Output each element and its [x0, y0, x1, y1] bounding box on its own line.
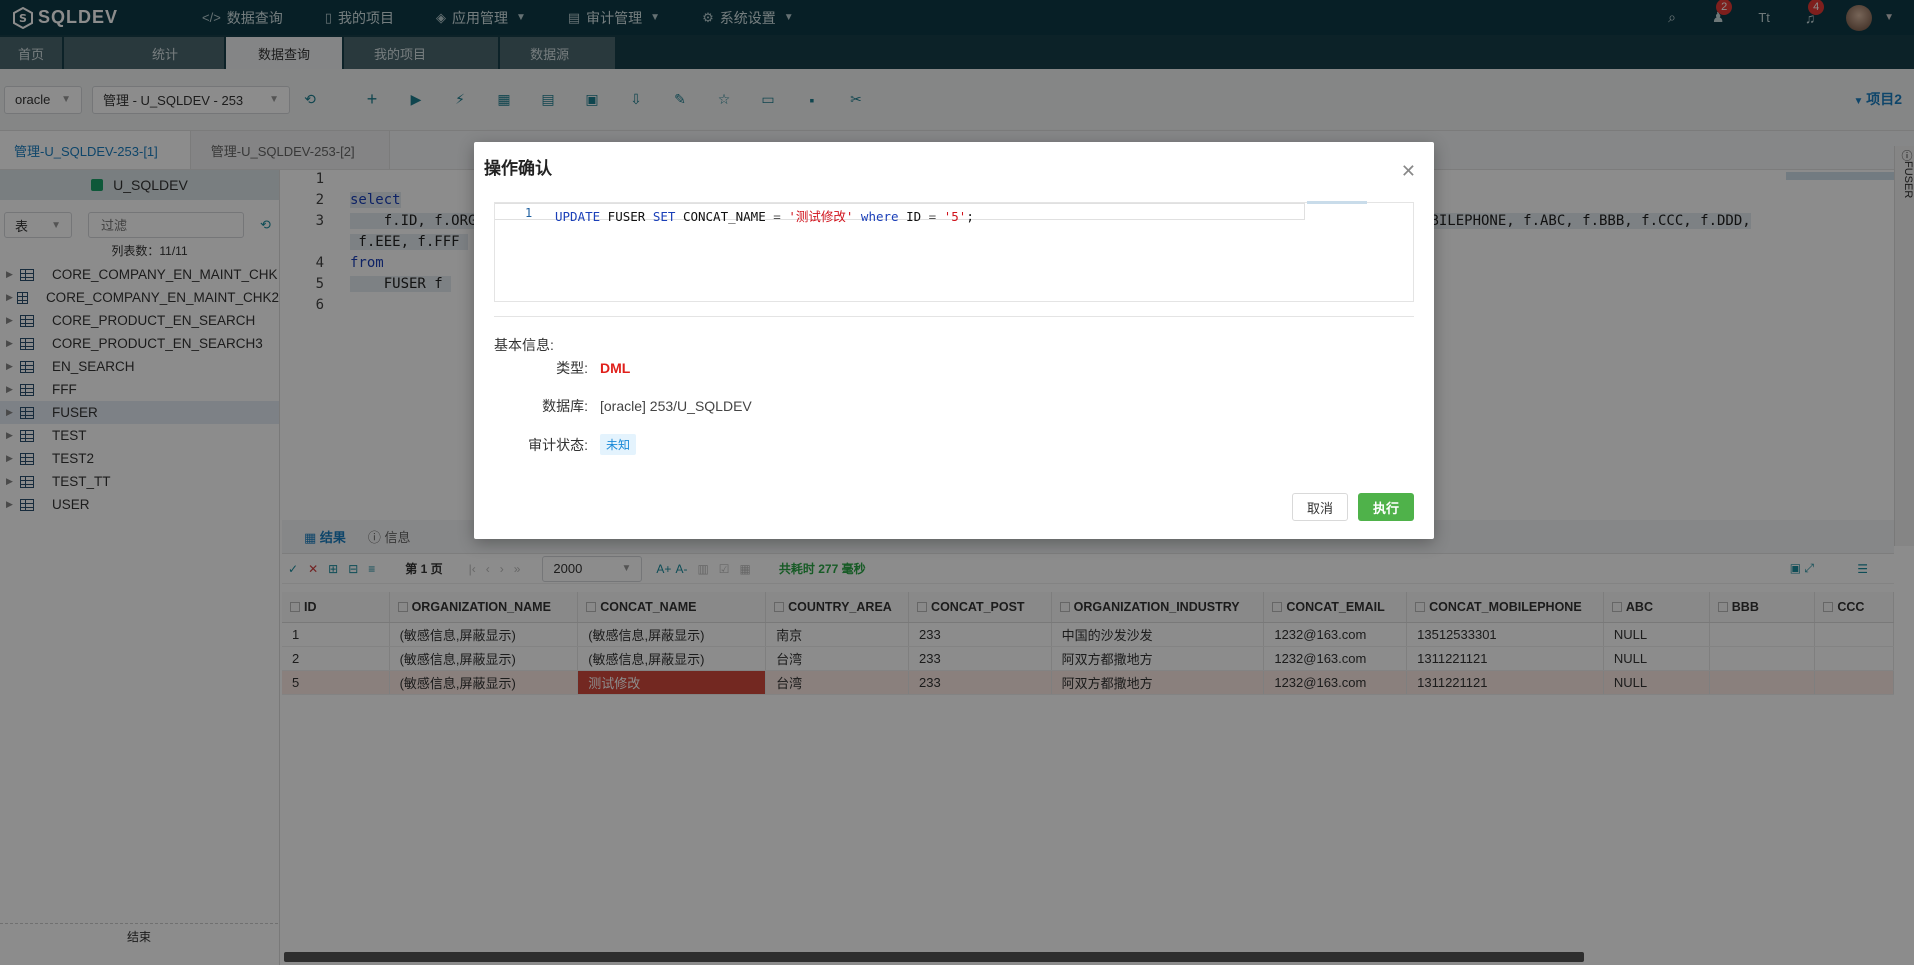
audit-label: 审计状态: [528, 436, 588, 453]
type-row: 类型: DML [494, 358, 630, 378]
type-value: DML [600, 360, 631, 376]
execute-button[interactable]: 执行 [1358, 493, 1414, 521]
basic-info-heading: 基本信息: [494, 337, 554, 353]
audit-status-badge: 未知 [600, 434, 637, 455]
preview-minimap [1307, 201, 1367, 204]
db-row: 数据库: [oracle] 253/U_SQLDEV [494, 396, 752, 416]
confirm-dialog: 操作确认 ✕ 1 UPDATE FUSER SET CONCAT_NAME = … [474, 142, 1434, 539]
close-icon[interactable]: ✕ [1401, 162, 1416, 180]
sql-preview: 1 UPDATE FUSER SET CONCAT_NAME = '测试修改' … [494, 201, 1414, 302]
sql-statement: UPDATE FUSER SET CONCAT_NAME = '测试修改' wh… [555, 209, 974, 224]
type-label: 类型: [556, 360, 588, 376]
db-value: [oracle] 253/U_SQLDEV [600, 398, 752, 414]
sql-preview-line: 1 UPDATE FUSER SET CONCAT_NAME = '测试修改' … [495, 203, 1305, 224]
line-number: 1 [525, 206, 533, 220]
dialog-title: 操作确认 [484, 159, 552, 178]
db-label: 数据库: [542, 398, 588, 414]
audit-row: 审计状态: 未知 [494, 434, 637, 455]
cancel-button[interactable]: 取消 [1292, 493, 1348, 521]
divider [494, 316, 1414, 317]
